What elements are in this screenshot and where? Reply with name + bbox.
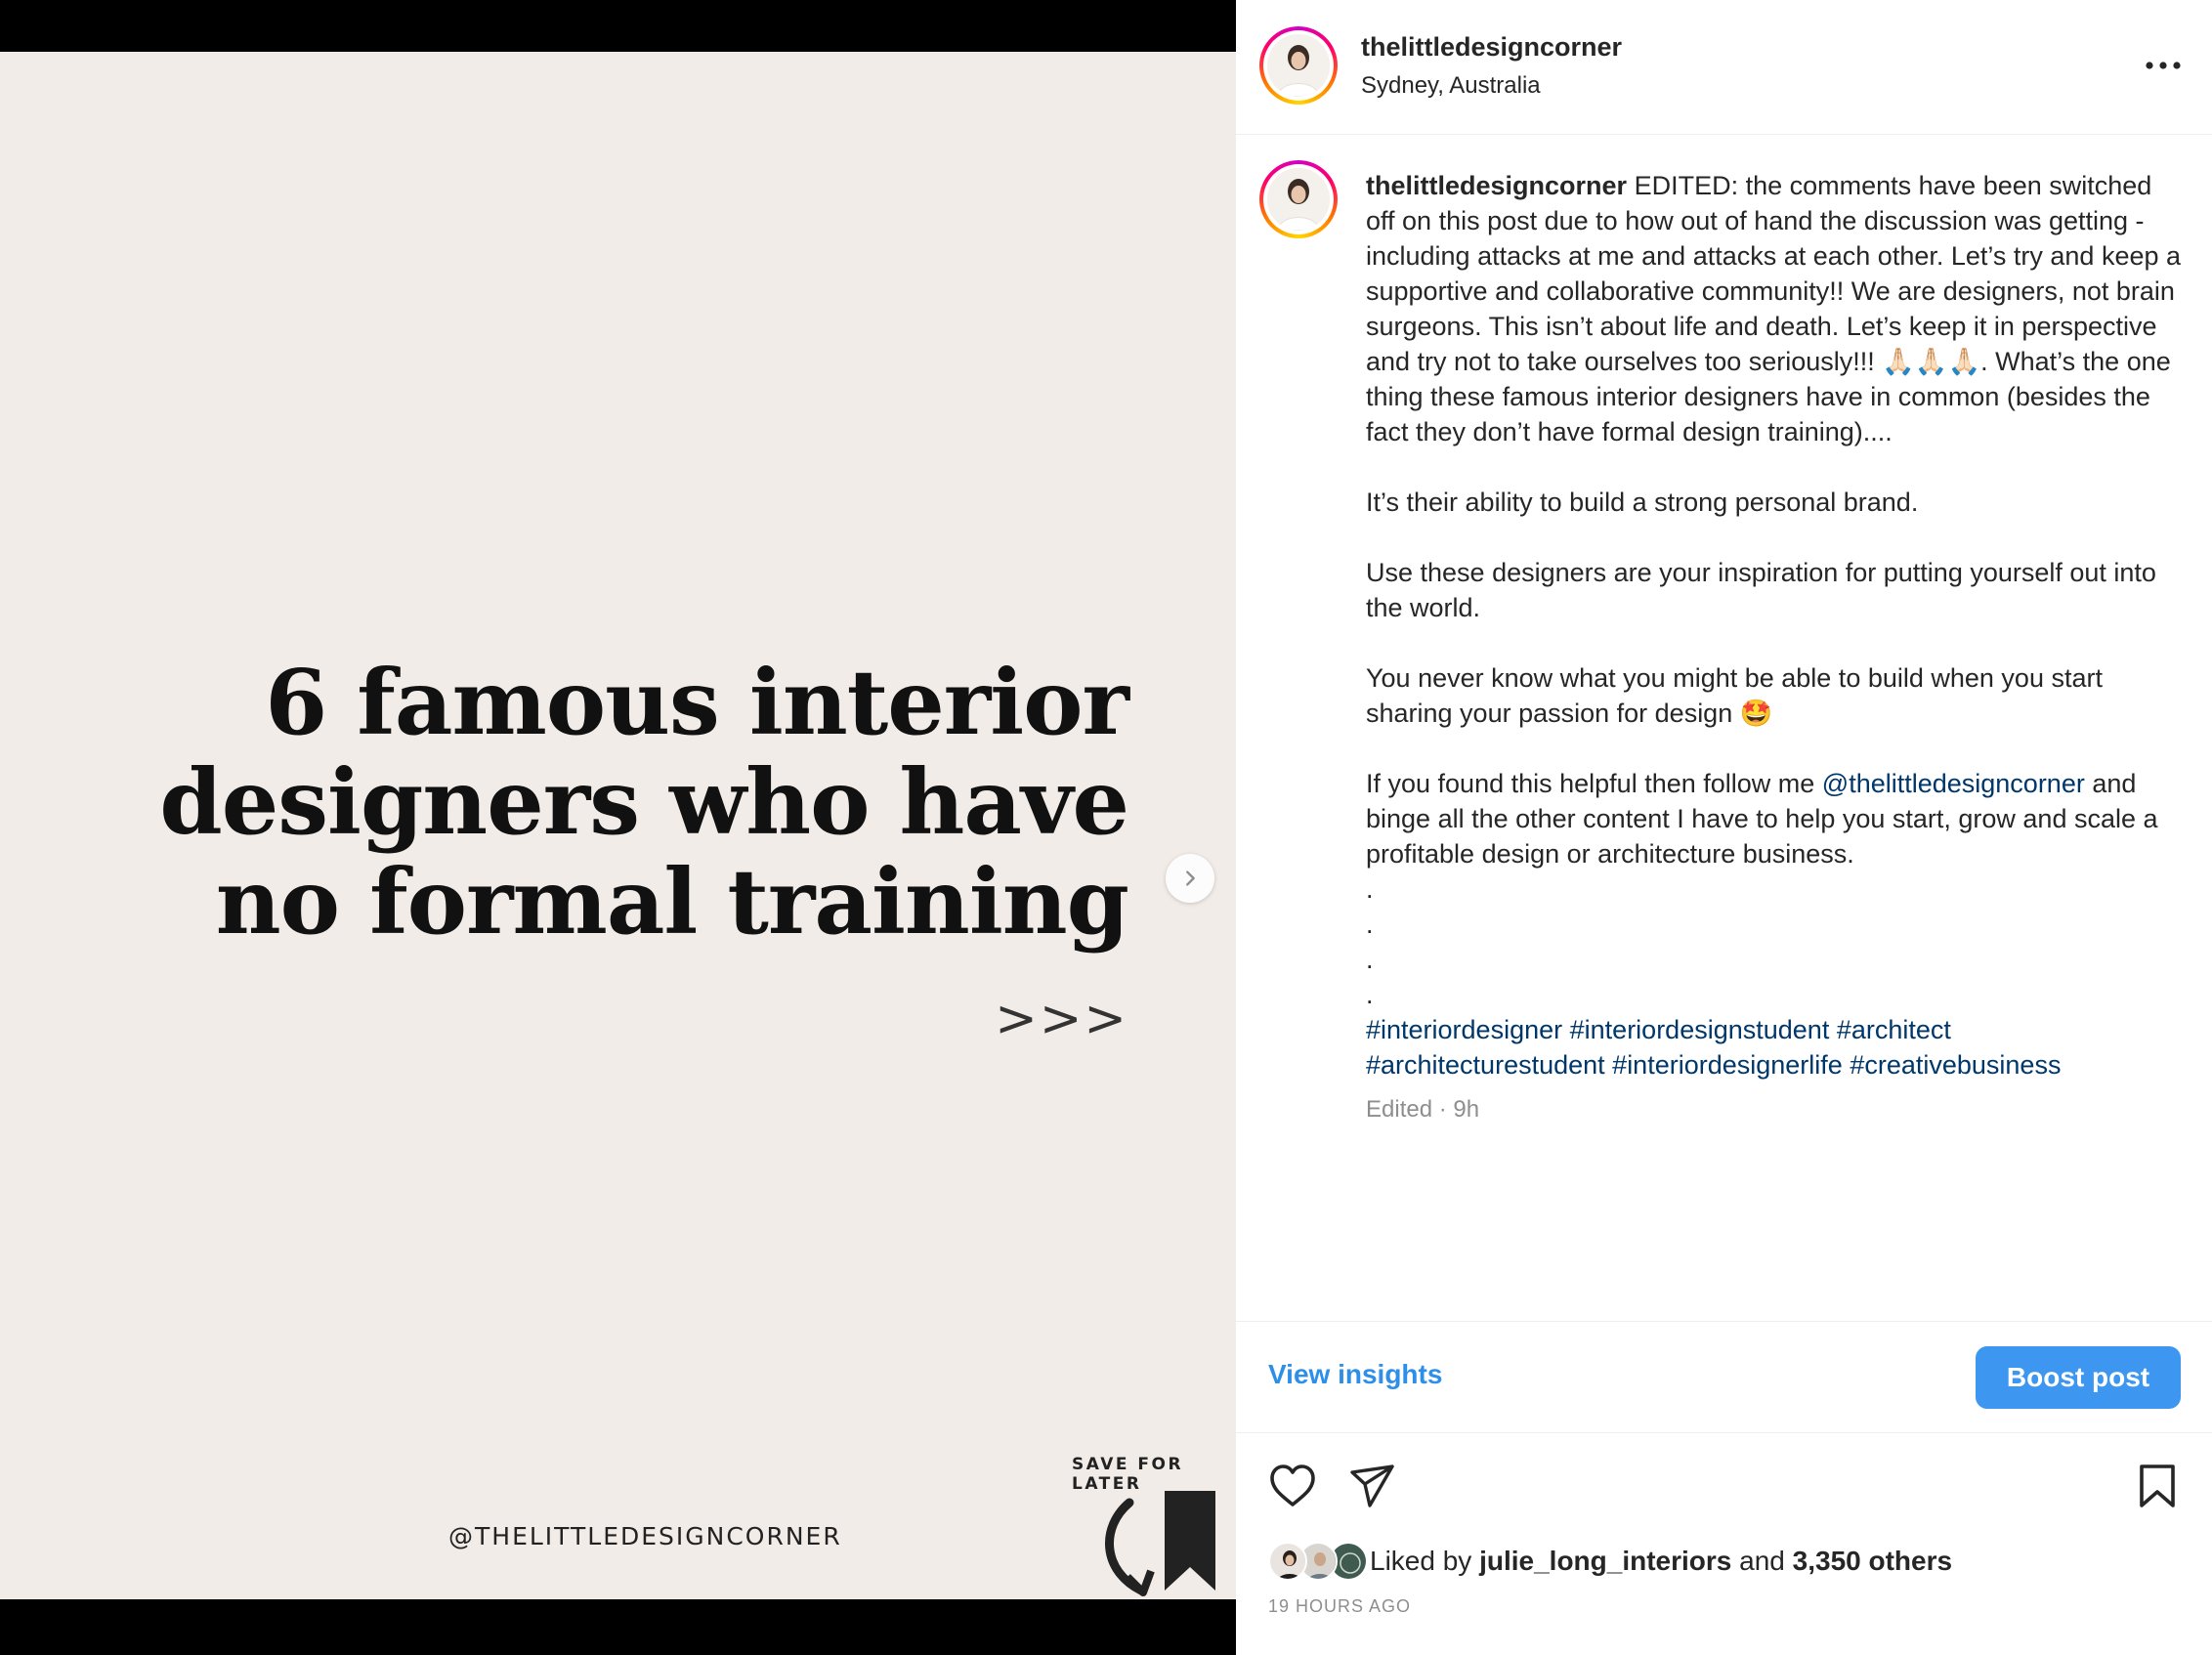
boost-post-button[interactable]: Boost post — [1976, 1346, 2181, 1409]
caption-dot: . — [1366, 910, 1374, 939]
likes-summary: Liked by julie_long_interiors and 3,350 … — [1268, 1542, 1952, 1581]
liker-avatar[interactable] — [1268, 1542, 1307, 1581]
more-options-icon[interactable] — [2139, 49, 2188, 82]
post-details-panel: thelittledesigncorner Sydney, Australia — [1236, 0, 2212, 1655]
hashtag-link[interactable]: #interiordesignerlife — [1612, 1050, 1843, 1080]
caption-dot: . — [1366, 874, 1374, 904]
post-location[interactable]: Sydney, Australia — [1361, 72, 1541, 100]
caption-paragraph-1: thelittledesigncorner EDITED: the commen… — [1366, 168, 2187, 449]
instagram-post-view: 6 famous interior designers who have no … — [0, 0, 2212, 1655]
caption-paragraph-5: If you found this helpful then follow me… — [1366, 766, 2187, 871]
liker-avatars — [1268, 1542, 1368, 1581]
author-username[interactable]: thelittledesigncorner — [1361, 32, 1622, 63]
post-timestamp: 19 HOURS AGO — [1268, 1596, 1412, 1616]
caption-username[interactable]: thelittledesigncorner — [1366, 171, 1627, 200]
carousel-slide: 6 famous interior designers who have no … — [0, 52, 1236, 1599]
hashtags: #interiordesigner #interiordesignstudent… — [1366, 1012, 2187, 1082]
edited-timestamp: Edited · 9h — [1366, 1096, 1480, 1123]
mention-link[interactable]: @thelittledesigncorner — [1822, 769, 2085, 798]
likes-prefix: Liked by — [1370, 1546, 1472, 1576]
share-icon[interactable] — [1348, 1463, 1397, 1509]
caption-paragraph-3: Use these designers are your inspiration… — [1366, 558, 2156, 622]
caption-dot: . — [1366, 980, 1374, 1009]
caption-text-5a: If you found this helpful then follow me — [1366, 769, 1822, 798]
caption-text-1: EDITED: the comments have been switched … — [1366, 171, 2182, 446]
slide-handle: @THELITTLEDESIGNCORNER — [448, 1522, 842, 1550]
carousel-next-button[interactable] — [1166, 854, 1214, 903]
hashtag-link[interactable]: #interiordesignstudent — [1570, 1015, 1830, 1044]
slide-headline: 6 famous interior designers who have no … — [159, 650, 1129, 955]
hashtag-link[interactable]: #creativebusiness — [1850, 1050, 2061, 1080]
likes-text: Liked by julie_long_interiors and 3,350 … — [1370, 1546, 1952, 1577]
view-insights-link[interactable]: View insights — [1268, 1359, 1442, 1390]
slide-arrows: >>> — [995, 990, 1128, 1048]
likes-middle: and — [1739, 1546, 1785, 1576]
caption-author-avatar[interactable] — [1259, 160, 1338, 238]
hashtag-link[interactable]: #interiordesigner — [1366, 1015, 1562, 1044]
post-caption: thelittledesigncorner EDITED: the commen… — [1366, 168, 2187, 1127]
liker-username[interactable]: julie_long_interiors — [1479, 1546, 1731, 1576]
post-media: 6 famous interior designers who have no … — [0, 0, 1236, 1655]
save-for-later-graphic — [1105, 1491, 1215, 1596]
caption-dot: . — [1366, 945, 1374, 974]
author-avatar[interactable] — [1259, 26, 1338, 105]
caption-paragraph-4: You never know what you might be able to… — [1366, 663, 2103, 728]
bookmark-icon[interactable] — [2135, 1463, 2180, 1509]
hashtag-link[interactable]: #architect — [1837, 1015, 1951, 1044]
chevron-right-icon — [1186, 870, 1195, 886]
likes-count[interactable]: 3,350 others — [1793, 1546, 1952, 1576]
author-avatar-image — [1267, 34, 1330, 97]
post-header: thelittledesigncorner Sydney, Australia — [1236, 0, 2212, 135]
hashtag-link[interactable]: #architecturestudent — [1366, 1050, 1605, 1080]
insights-bar: View insights Boost post — [1236, 1321, 2212, 1433]
heart-icon[interactable] — [1268, 1463, 1317, 1509]
caption-paragraph-2: It’s their ability to build a strong per… — [1366, 488, 1919, 517]
caption-author-avatar-image — [1267, 168, 1330, 231]
